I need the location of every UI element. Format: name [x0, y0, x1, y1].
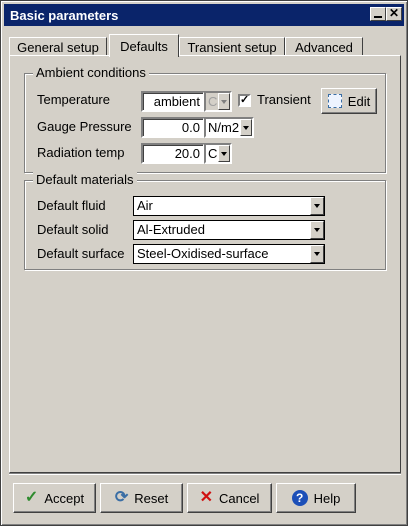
default-materials-group: Default materials Default fluid Air Defa…	[24, 172, 386, 270]
close-icon: ✕	[388, 6, 400, 20]
default-surface-label: Default surface	[37, 246, 125, 261]
tab-advanced[interactable]: Advanced	[285, 37, 363, 56]
ambient-conditions-group: Ambient conditions Temperature ambient C…	[24, 65, 386, 173]
tab-transient-setup[interactable]: Transient setup	[179, 37, 285, 56]
reset-button-label: Reset	[134, 490, 169, 506]
transient-label: Transient	[257, 92, 311, 107]
temperature-label: Temperature	[37, 92, 110, 107]
chevron-down-icon	[310, 221, 324, 239]
transient-checkbox[interactable]: ✓	[238, 94, 251, 107]
tab-label: General setup	[17, 39, 99, 55]
basic-parameters-window: Basic parameters ✕ General setup Default…	[0, 0, 408, 526]
accept-button[interactable]: ✓ Accept	[13, 483, 96, 513]
title-bar[interactable]: Basic parameters ✕	[4, 4, 404, 26]
help-icon: ?	[291, 490, 308, 506]
chevron-down-icon	[240, 119, 252, 136]
refresh-icon: ⟳	[114, 489, 129, 506]
chevron-down-icon	[218, 145, 230, 162]
radiation-temp-unit-select[interactable]: C	[204, 143, 232, 164]
tab-label: Transient setup	[187, 39, 277, 55]
edit-button[interactable]: Edit	[321, 88, 377, 114]
temperature-input[interactable]: ambient	[141, 91, 205, 112]
checkmark-icon: ✓	[24, 489, 39, 506]
chevron-down-icon	[310, 245, 324, 263]
default-fluid-label: Default fluid	[37, 198, 106, 213]
minimize-icon	[374, 16, 382, 18]
cancel-x-icon: ✕	[199, 489, 213, 506]
default-solid-label: Default solid	[37, 222, 109, 237]
button-bar-divider	[9, 473, 401, 475]
help-button-label: Help	[313, 490, 341, 506]
default-fluid-select[interactable]: Air	[133, 196, 325, 216]
radiation-temp-input[interactable]: 20.0	[141, 143, 205, 164]
accept-button-label: Accept	[44, 490, 85, 506]
tab-label: Advanced	[295, 39, 353, 55]
chevron-down-icon	[310, 197, 324, 215]
window-title: Basic parameters	[10, 7, 119, 23]
defaults-tab-panel: Ambient conditions Temperature ambient C…	[9, 55, 401, 473]
minimize-button[interactable]	[370, 7, 386, 21]
tab-bar: General setup Defaults Transient setup A…	[9, 34, 401, 57]
help-button[interactable]: ? Help	[276, 483, 356, 513]
default-surface-select[interactable]: Steel-Oxidised-surface	[133, 244, 325, 264]
tab-general-setup[interactable]: General setup	[9, 37, 107, 56]
close-button[interactable]: ✕	[386, 7, 402, 21]
default-solid-select[interactable]: Al-Extruded	[133, 220, 325, 240]
temperature-unit-select: C	[204, 91, 232, 112]
chevron-down-icon	[218, 93, 230, 110]
radiation-temp-label: Radiation temp	[37, 145, 125, 160]
tab-defaults[interactable]: Defaults	[109, 34, 179, 57]
edit-button-label: Edit	[347, 93, 371, 109]
tab-label: Defaults	[120, 38, 168, 54]
ambient-conditions-title: Ambient conditions	[33, 65, 149, 80]
gauge-pressure-label: Gauge Pressure	[37, 119, 132, 134]
cancel-button[interactable]: ✕ Cancel	[187, 483, 272, 513]
reset-button[interactable]: ⟳ Reset	[100, 483, 183, 513]
cancel-button-label: Cancel	[218, 490, 260, 506]
gauge-pressure-unit-select[interactable]: N/m2	[204, 117, 254, 138]
gauge-pressure-input[interactable]: 0.0	[141, 117, 205, 138]
default-materials-title: Default materials	[33, 172, 137, 187]
edit-icon	[327, 94, 342, 108]
